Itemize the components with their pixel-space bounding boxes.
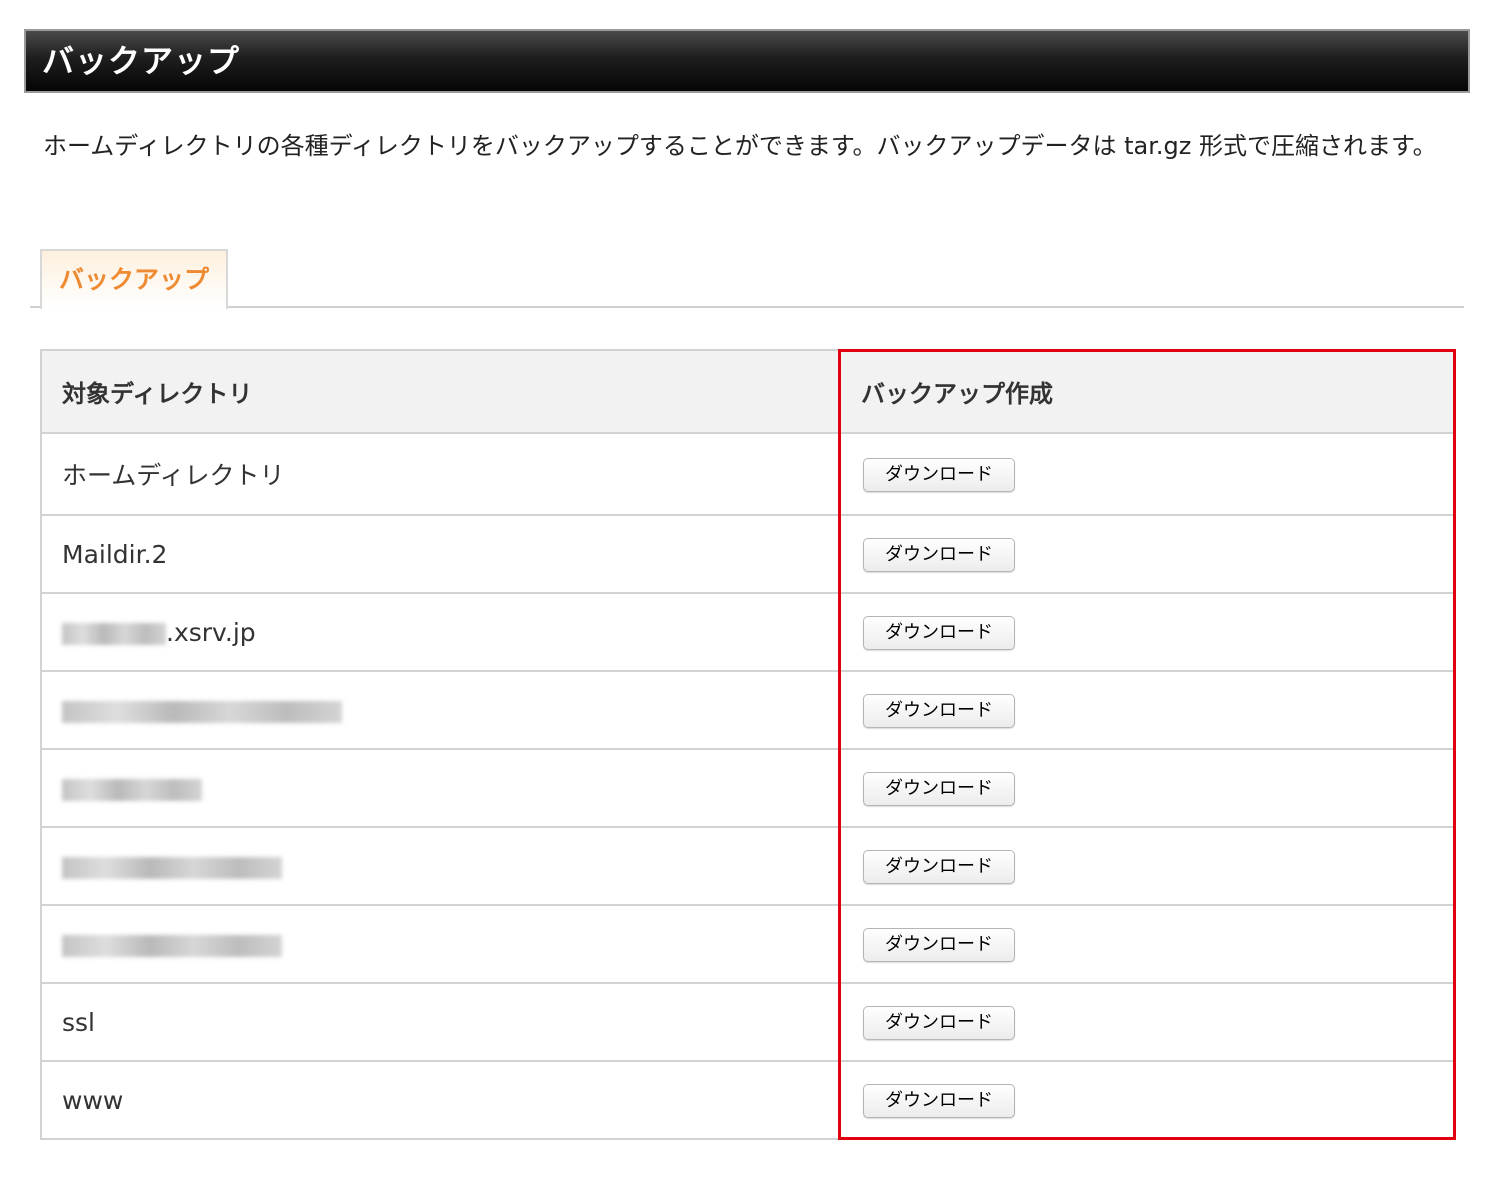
- directory-name: [40, 904, 841, 984]
- redacted-text: [62, 778, 202, 801]
- download-button[interactable]: ダウンロード: [863, 927, 1015, 962]
- redacted-text: [62, 934, 282, 957]
- action-cell: ダウンロード: [839, 670, 1456, 750]
- table-row: ダウンロード: [40, 826, 1456, 906]
- action-cell: ダウンロード: [839, 432, 1456, 516]
- directory-label: .xsrv.jp: [166, 617, 256, 647]
- directory-name: Maildir.2: [40, 514, 841, 594]
- page-description: ホームディレクトリの各種ディレクトリをバックアップすることができます。バックアッ…: [43, 132, 1437, 160]
- download-button[interactable]: ダウンロード: [863, 537, 1015, 572]
- directory-name: [40, 826, 841, 906]
- directory-label: www: [62, 1085, 124, 1115]
- table-row: Maildir.2 ダウンロード: [40, 514, 1456, 594]
- tab-bar: バックアップ: [30, 248, 1464, 309]
- table-row: www ダウンロード: [40, 1060, 1456, 1140]
- action-cell: ダウンロード: [839, 982, 1456, 1062]
- action-cell: ダウンロード: [839, 1060, 1456, 1140]
- directory-name: www: [40, 1060, 841, 1140]
- column-header-backup: バックアップ作成: [839, 349, 1456, 434]
- redacted-text: [62, 856, 282, 879]
- action-cell: ダウンロード: [839, 904, 1456, 984]
- download-button[interactable]: ダウンロード: [863, 615, 1015, 650]
- directory-name: .xsrv.jp: [40, 592, 841, 672]
- action-cell: ダウンロード: [839, 826, 1456, 906]
- backup-table: 対象ディレクトリ バックアップ作成 ホームディレクトリ ダウンロード Maild…: [40, 349, 1456, 1140]
- table-row: ダウンロード: [40, 748, 1456, 828]
- action-cell: ダウンロード: [839, 514, 1456, 594]
- download-button[interactable]: ダウンロード: [863, 849, 1015, 884]
- directory-label: Maildir.2: [62, 539, 168, 569]
- download-button[interactable]: ダウンロード: [863, 1005, 1015, 1040]
- directory-name: ssl: [40, 982, 841, 1062]
- table-row: ダウンロード: [40, 904, 1456, 984]
- directory-label: ssl: [62, 1007, 95, 1037]
- tab-backup[interactable]: バックアップ: [40, 249, 228, 309]
- directory-name: [40, 748, 841, 828]
- redacted-text: [62, 700, 342, 723]
- redacted-text: [62, 622, 166, 645]
- table-header-row: 対象ディレクトリ バックアップ作成: [40, 349, 1456, 434]
- table-row: ダウンロード: [40, 670, 1456, 750]
- table-row: ssl ダウンロード: [40, 982, 1456, 1062]
- action-cell: ダウンロード: [839, 592, 1456, 672]
- action-cell: ダウンロード: [839, 748, 1456, 828]
- table-row: .xsrv.jp ダウンロード: [40, 592, 1456, 672]
- download-button[interactable]: ダウンロード: [863, 693, 1015, 728]
- column-header-directory: 対象ディレクトリ: [40, 349, 841, 434]
- directory-name: [40, 670, 841, 750]
- page-header: バックアップ: [24, 29, 1470, 93]
- directory-label: ホームディレクトリ: [62, 461, 285, 490]
- directory-name: ホームディレクトリ: [40, 432, 841, 516]
- page-title: バックアップ: [42, 42, 241, 80]
- download-button[interactable]: ダウンロード: [863, 1083, 1015, 1118]
- table-row: ホームディレクトリ ダウンロード: [40, 432, 1456, 516]
- download-button[interactable]: ダウンロード: [863, 457, 1015, 492]
- download-button[interactable]: ダウンロード: [863, 771, 1015, 806]
